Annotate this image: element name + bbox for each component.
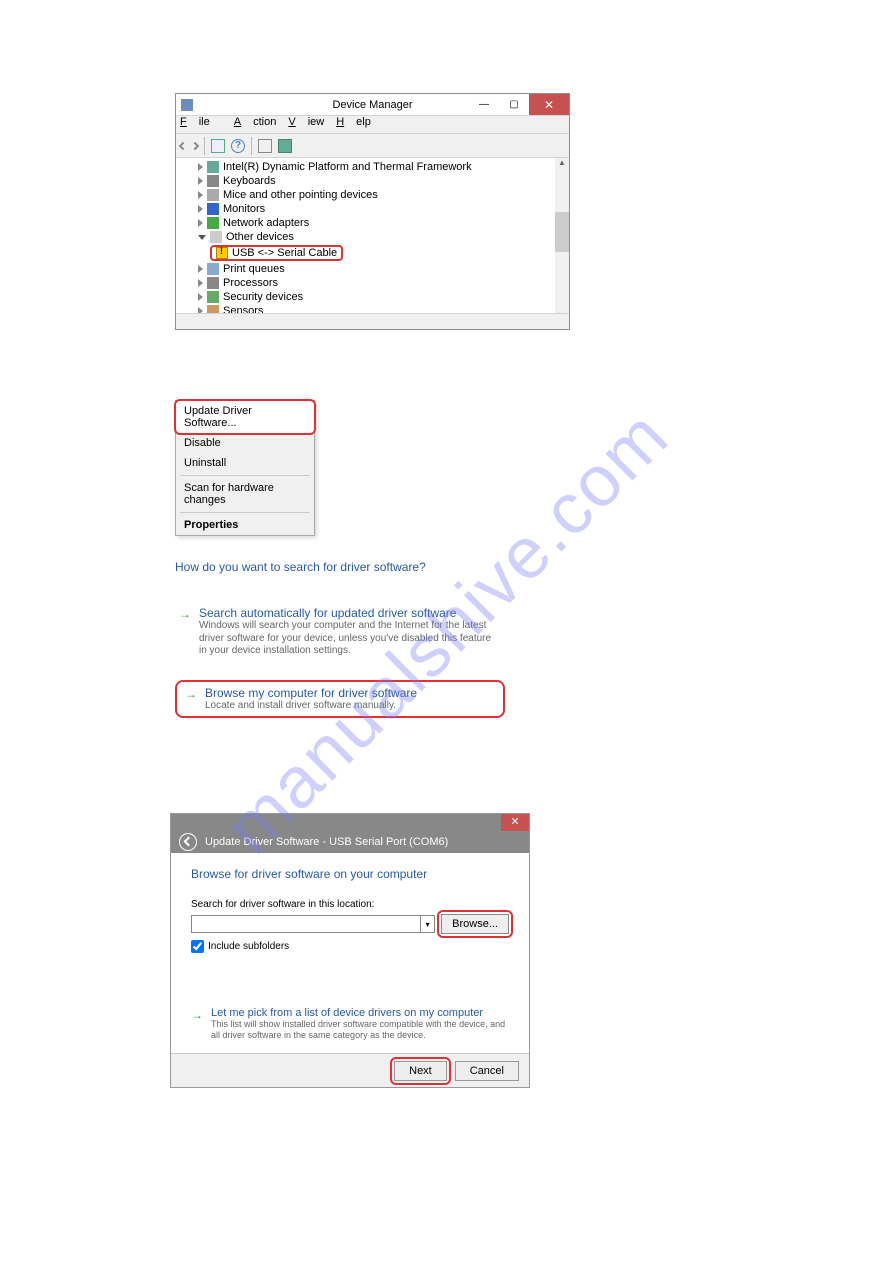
menu-disable[interactable]: Disable [176,433,314,453]
arrow-icon: → [185,687,197,713]
expand-icon[interactable] [198,177,203,185]
prompt-title: How do you want to search for driver sof… [175,560,505,574]
dialog-closebar: ✕ [171,814,529,831]
option-desc: Windows will search your computer and th… [199,620,501,658]
tree-item[interactable]: Sensors [223,305,263,313]
dialog-header: Update Driver Software - USB Serial Port… [171,831,529,853]
keyboard-icon [207,175,219,187]
cancel-button[interactable]: Cancel [455,1061,519,1081]
driver-search-prompt: How do you want to search for driver sof… [175,560,505,736]
minimize-button[interactable]: — [469,94,499,115]
help-icon[interactable]: ? [231,139,245,153]
maximize-button[interactable]: ▢ [499,94,529,115]
scroll-thumb[interactable] [555,212,569,252]
statusbar [176,313,569,329]
tree-item[interactable]: Processors [223,277,278,289]
tree-item[interactable]: Security devices [223,291,303,303]
platform-icon [207,161,219,173]
arrow-icon: → [191,1008,203,1042]
titlebar: Device Manager — ▢ ✕ [176,94,569,116]
back-icon[interactable] [179,141,187,149]
browse-button[interactable]: Browse... [441,914,509,934]
menu-action[interactable]: Action [234,116,277,133]
option-auto-search[interactable]: → Search automatically for updated drive… [175,602,505,662]
monitor-icon [207,203,219,215]
tree-item[interactable]: Monitors [223,203,265,215]
back-button[interactable] [179,833,197,851]
menu-help[interactable]: Help [336,116,371,133]
option-desc: Locate and install driver software manua… [205,700,417,713]
warning-icon [216,247,228,259]
checkbox[interactable] [191,940,204,953]
tree-item[interactable]: Intel(R) Dynamic Platform and Thermal Fr… [223,161,472,173]
window-controls: — ▢ ✕ [469,94,569,115]
option-browse[interactable]: → Browse my computer for driver software… [175,680,505,719]
security-icon [207,291,219,303]
expand-icon[interactable] [198,265,203,273]
location-input[interactable] [191,915,421,933]
menu-properties[interactable]: Properties [176,515,314,535]
close-button[interactable]: ✕ [529,94,569,115]
option-title: Search automatically for updated driver … [199,606,501,620]
tree-item[interactable]: Mice and other pointing devices [223,189,378,201]
expand-icon[interactable] [198,191,203,199]
next-button[interactable]: Next [394,1061,447,1081]
body-title: Browse for driver software on your compu… [191,867,509,881]
sensor-icon [207,305,219,313]
menu-uninstall[interactable]: Uninstall [176,453,314,473]
menu-file[interactable]: File [180,116,222,133]
expand-icon[interactable] [198,219,203,227]
mouse-icon [207,189,219,201]
dropdown-icon[interactable]: ▾ [421,915,435,933]
tree-item[interactable]: Keyboards [223,175,276,187]
separator [180,475,310,476]
menu-update-driver[interactable]: Update Driver Software... [176,401,314,433]
update-driver-dialog: ✕ Update Driver Software - USB Serial Po… [170,813,530,1088]
tree-item[interactable]: Other devices [226,231,294,243]
dialog-title: Update Driver Software - USB Serial Port… [205,836,448,848]
include-subfolders-checkbox[interactable]: Include subfolders [191,940,509,953]
expand-icon[interactable] [198,163,203,171]
menu-scan[interactable]: Scan for hardware changes [176,478,314,510]
other-icon [210,231,222,243]
toolbar: ? [176,134,569,158]
tree-item[interactable]: Network adapters [223,217,309,229]
app-icon [181,99,193,111]
collapse-icon[interactable] [198,235,206,240]
cpu-icon [207,277,219,289]
details-icon[interactable] [211,139,225,153]
printer-icon [207,263,219,275]
dialog-body: Browse for driver software on your compu… [171,853,529,1042]
expand-icon[interactable] [198,279,203,287]
option-pick-driver[interactable]: → Let me pick from a list of device driv… [191,1007,509,1042]
scan-icon[interactable] [278,139,292,153]
checkbox-label: Include subfolders [208,941,289,952]
close-button[interactable]: ✕ [501,814,529,831]
device-manager-window: Device Manager — ▢ ✕ File Action View He… [175,93,570,330]
location-label: Search for driver software in this locat… [191,899,509,910]
option-desc: This list will show installed driver sof… [211,1019,509,1042]
context-menu: Update Driver Software... Disable Uninst… [175,400,315,536]
menu-view[interactable]: View [288,116,324,133]
menubar: File Action View Help [176,116,569,134]
arrow-icon: → [179,607,191,658]
highlighted-device[interactable]: USB <-> Serial Cable [210,245,343,261]
separator [204,137,205,155]
separator [251,137,252,155]
expand-icon[interactable] [198,205,203,213]
expand-icon[interactable] [198,307,203,313]
dialog-footer: Next Cancel [171,1053,529,1087]
forward-icon[interactable] [191,141,199,149]
separator [180,512,310,513]
network-icon [207,217,219,229]
scroll-up-icon[interactable]: ▲ [555,158,569,172]
scrollbar[interactable]: ▲ [555,158,569,313]
device-tree: Intel(R) Dynamic Platform and Thermal Fr… [176,158,569,313]
expand-icon[interactable] [198,293,203,301]
window-title: Device Manager [332,99,412,111]
properties-icon[interactable] [258,139,272,153]
option-title: Let me pick from a list of device driver… [211,1007,509,1019]
option-title: Browse my computer for driver software [205,686,417,700]
tree-item[interactable]: Print queues [223,263,285,275]
